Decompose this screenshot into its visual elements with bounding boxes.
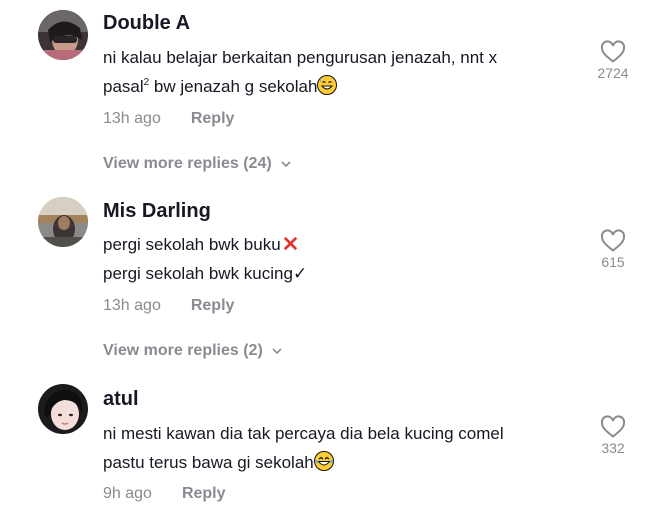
avatar[interactable]	[38, 197, 88, 247]
comment-text: ni mesti kawan dia tak percaya dia bela …	[103, 419, 573, 477]
comment-timestamp: 9h ago	[103, 485, 152, 502]
chevron-down-icon	[281, 161, 291, 168]
like-count: 2724	[597, 65, 629, 81]
comment-text: ni kalau belajar berkaitan pengurusan je…	[103, 43, 573, 101]
heart-icon[interactable]	[600, 415, 626, 439]
like-group: 615	[589, 229, 637, 270]
reply-button[interactable]: Reply	[191, 297, 235, 314]
comment-timestamp: 13h ago	[103, 297, 161, 314]
view-more-replies-button[interactable]: View more replies (2)	[103, 342, 283, 360]
comment-username[interactable]: Double A	[103, 12, 190, 35]
reply-button[interactable]: Reply	[182, 485, 226, 502]
comment-text: pergi sekolah bwk buku pergi sekolah bwk…	[103, 230, 573, 288]
view-more-replies-button[interactable]: View more replies (24)	[103, 155, 292, 173]
avatar[interactable]	[38, 10, 88, 60]
laughing-tears-emoji-icon	[313, 451, 334, 471]
reply-button[interactable]: Reply	[191, 110, 235, 127]
like-group: 332	[589, 415, 637, 456]
like-count: 332	[601, 440, 625, 456]
view-more-replies-label: View more replies (2)	[103, 342, 263, 359]
comment-text-line: ni mesti kawan dia tak percaya dia bela …	[103, 424, 504, 443]
comment-meta: 13h ago Reply	[103, 110, 234, 128]
heart-icon[interactable]	[600, 40, 626, 64]
comment-meta: 9h ago Reply	[103, 485, 226, 503]
comment-text-line: pastu terus bawa gi sekolah	[103, 448, 573, 477]
cross-mark-emoji-icon	[283, 236, 297, 251]
comment-text-line: pergi sekolah bwk buku	[103, 230, 573, 259]
comment-username[interactable]: atul	[103, 388, 139, 411]
comment-username[interactable]: Mis Darling	[103, 200, 211, 223]
view-more-replies-label: View more replies (24)	[103, 155, 272, 172]
like-group: 2724	[589, 40, 637, 81]
heart-icon[interactable]	[600, 229, 626, 253]
chevron-down-icon	[272, 348, 282, 355]
like-count: 615	[601, 254, 625, 270]
check-mark-icon: ✓	[292, 264, 308, 283]
comment-text-line: ni kalau belajar berkaitan pengurusan je…	[103, 48, 498, 67]
grinning-sweat-emoji-icon	[317, 75, 338, 95]
comment-text-line: pergi sekolah bwk kucing✓	[103, 264, 308, 283]
comment-text-line: pasal2 bw jenazah g sekolah	[103, 72, 573, 101]
comment-meta: 13h ago Reply	[103, 297, 234, 315]
avatar[interactable]	[38, 384, 88, 434]
comment-timestamp: 13h ago	[103, 110, 161, 127]
